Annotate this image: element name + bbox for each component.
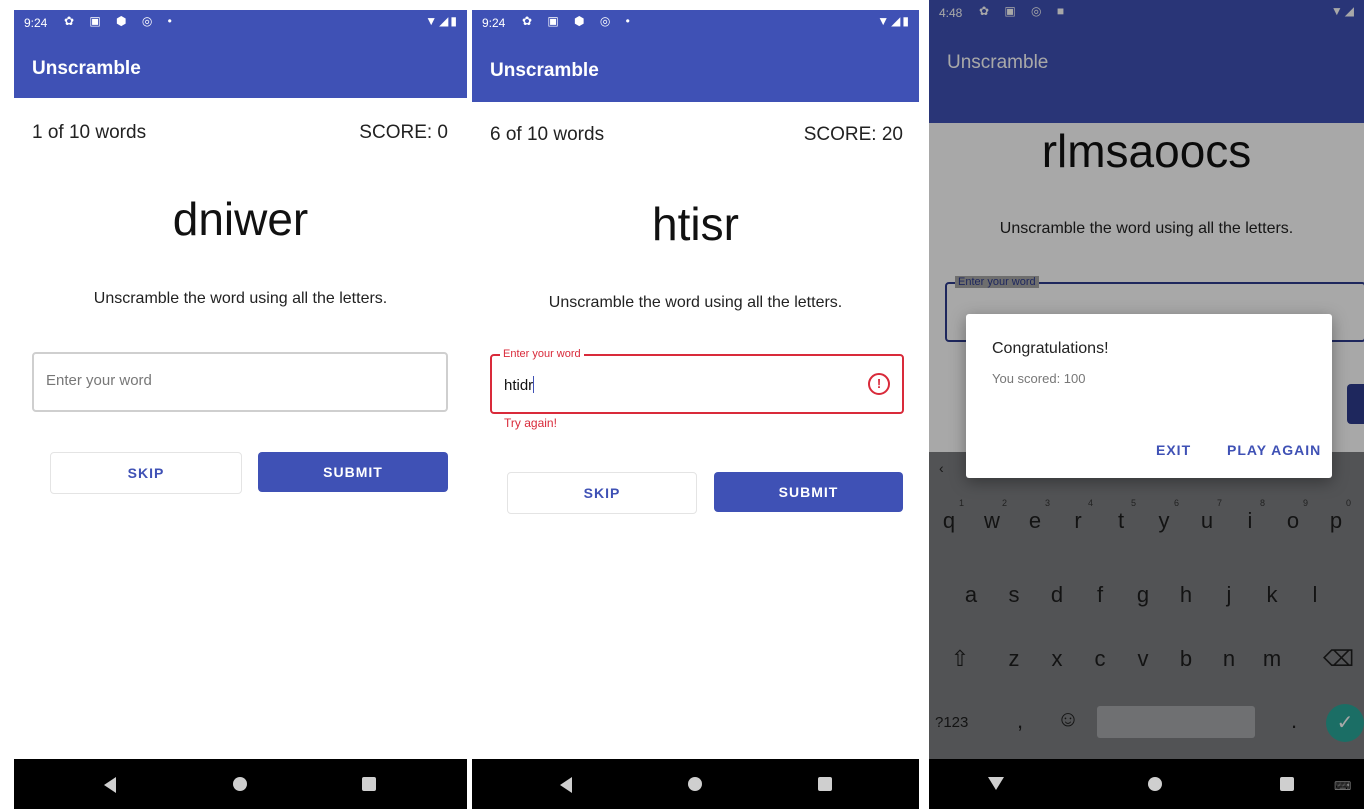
app-bar: Unscramble [14, 36, 467, 98]
submit-button[interactable]: SUBMIT [714, 472, 903, 512]
dialog-title: Congratulations! [992, 340, 1109, 357]
system-nav-bar [472, 759, 919, 809]
word-counter: 6 of 10 words [490, 124, 605, 145]
text-caret [533, 376, 535, 393]
nav-home-icon[interactable] [233, 777, 247, 791]
app-title: Unscramble [490, 60, 599, 81]
instruction-text: Unscramble the word using all the letter… [548, 294, 843, 311]
play-again-button[interactable]: PLAY AGAIN [1227, 442, 1321, 458]
word-input-placeholder: Enter your word [46, 372, 152, 389]
nav-recents-icon[interactable] [1280, 777, 1294, 791]
word-input-label: Enter your word [500, 348, 584, 360]
exit-button[interactable]: EXIT [1156, 442, 1191, 458]
status-bar: 9:24 ✿ ▣ ⬢ ◎ • ▼◢▮ [14, 10, 467, 36]
skip-button[interactable]: SKIP [507, 472, 697, 514]
nav-home-icon[interactable] [1148, 777, 1162, 791]
word-input[interactable]: Enter your word htidr ! [490, 348, 904, 414]
error-message: Try again! [504, 416, 557, 430]
scrambled-word: htisr [652, 198, 739, 250]
phone-screen-start: 9:24 ✿ ▣ ⬢ ◎ • ▼◢▮ Unscramble 1 of 10 wo… [14, 0, 467, 809]
status-time: 9:24 [482, 16, 506, 30]
nav-recents-icon[interactable] [362, 777, 376, 791]
nav-recents-icon[interactable] [818, 777, 832, 791]
status-right-icons: ▼◢▮ [877, 14, 911, 28]
score-label: SCORE: 20 [803, 124, 903, 145]
nav-back-icon[interactable] [560, 777, 572, 793]
nav-home-icon[interactable] [688, 777, 702, 791]
status-right-icons: ▼◢▮ [425, 14, 459, 28]
error-icon: ! [868, 373, 890, 395]
phone-screen-complete: 4:48 ✿ ▣ ◎ ■ ▼◢ Unscramble rlmsaoocs Uns… [929, 0, 1364, 809]
app-title: Unscramble [32, 58, 141, 79]
status-icons: ✿ ▣ ⬢ ◎ • [522, 14, 636, 28]
word-input-value: htidr [504, 376, 535, 394]
phone-screen-error: 9:24 ✿ ▣ ⬢ ◎ • ▼◢▮ Unscramble 6 of 10 wo… [472, 0, 919, 809]
scrambled-word: dniwer [172, 193, 309, 245]
nav-back-icon[interactable] [104, 777, 116, 793]
status-icons: ✿ ▣ ⬢ ◎ • [64, 14, 178, 28]
system-nav-bar: ⌨ [929, 759, 1364, 809]
dialog-message: You scored: 100 [992, 371, 1086, 386]
instruction-text: Unscramble the word using all the letter… [93, 290, 388, 307]
submit-button[interactable]: SUBMIT [258, 452, 448, 492]
status-bar: 9:24 ✿ ▣ ⬢ ◎ • ▼◢▮ [472, 10, 919, 36]
skip-button[interactable]: SKIP [50, 452, 242, 494]
score-label: SCORE: 0 [359, 122, 448, 143]
app-bar: Unscramble [472, 36, 919, 102]
nav-hide-keyboard-icon[interactable] [988, 777, 1004, 790]
score-dialog: Congratulations! You scored: 100 EXIT PL… [966, 314, 1332, 478]
status-time: 9:24 [24, 16, 48, 30]
keyboard-switcher-icon[interactable]: ⌨ [1334, 779, 1351, 793]
system-nav-bar [14, 759, 467, 809]
word-counter: 1 of 10 words [32, 122, 147, 143]
word-input[interactable]: Enter your word [32, 352, 448, 412]
